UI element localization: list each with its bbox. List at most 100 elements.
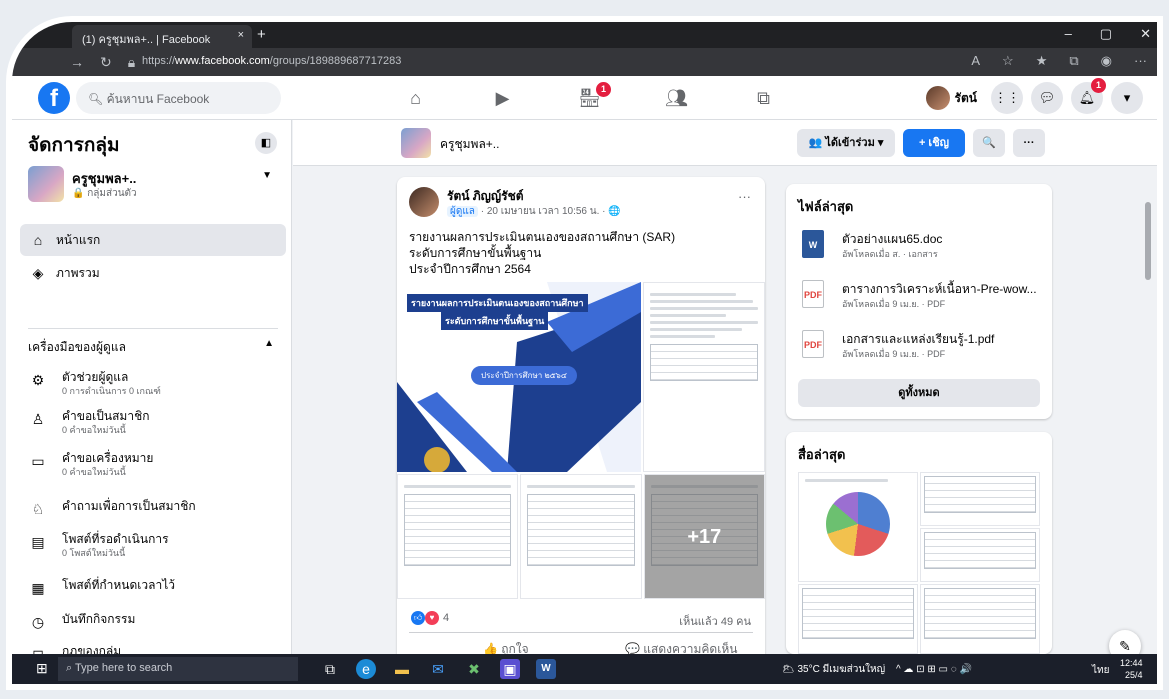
taskbar-search-input[interactable]: ⌕ Type here to search <box>58 657 298 681</box>
marketplace-nav-icon[interactable]: 🏪︎ 1 <box>546 76 633 120</box>
app-icon[interactable]: ▣ <box>500 659 520 679</box>
sidebar-item-pending-posts[interactable]: ▤ โพสต์ที่รอดำเนินการ 0 โพสต์ใหม่วันนี้ <box>28 530 278 564</box>
new-tab-button[interactable]: + <box>257 26 266 43</box>
page-scrollbar[interactable] <box>1145 202 1151 280</box>
watch-nav-icon[interactable]: ▶ <box>459 76 546 120</box>
task-view-icon[interactable]: ⧉ <box>320 659 340 679</box>
lock-icon[interactable]: 🔒︎ <box>128 54 135 71</box>
menu-grid-icon[interactable]: ⋮⋮ <box>991 82 1023 114</box>
sidebar-item-activity-log[interactable]: ◷ บันทึกกิจกรรม <box>28 610 278 644</box>
messenger-icon[interactable]: 💬︎ <box>1031 82 1063 114</box>
media-thumbnail-chart[interactable] <box>798 472 918 582</box>
sidebar-item-group-rules[interactable]: ◻ กฎของกลุ่ม <box>28 642 278 654</box>
tray-icons[interactable]: ^ ☁ ⊡ ⊞ ▭ ◌ 🔊 <box>896 664 972 675</box>
input-language[interactable]: ไทย <box>1092 663 1109 678</box>
weather-widget[interactable]: 🌥 35°C มีเมฆส่วนใหญ่ <box>782 664 885 675</box>
doc-table <box>404 494 512 566</box>
pie-chart-thumbnail <box>826 492 890 556</box>
admin-tools-section[interactable]: เครื่องมือของผู้ดูแล ▲ <box>28 338 278 357</box>
taskbar-clock[interactable]: 12:44 25/4 <box>1120 657 1143 681</box>
group-more-button[interactable]: ··· <box>1013 129 1045 157</box>
home-nav-icon[interactable]: ⌂ <box>372 76 459 120</box>
post-timestamp[interactable]: · 20 เมษายน เวลา 10:56 น. · 🌐 <box>478 206 621 217</box>
file-item[interactable]: PDF ตารางการวิเคราะห์เนื้อหา-Pre-wow... … <box>800 278 1040 318</box>
post-thumbnail[interactable] <box>520 474 642 599</box>
profile-chip[interactable]: รัตน์ <box>925 86 977 110</box>
sidebar-item-membership-questions[interactable]: ♘ คำถามเพื่อการเป็นสมาชิก <box>28 497 278 531</box>
maximize-icon[interactable]: ▢ <box>1100 26 1112 42</box>
reload-icon[interactable]: ↻ <box>100 54 112 71</box>
windows-start-icon[interactable]: ⊞ <box>36 660 48 677</box>
profile-avatar-icon[interactable]: ◉ <box>1101 53 1112 69</box>
facebook-search-input[interactable]: 🔍︎ ค้นหาบน Facebook <box>76 82 281 114</box>
feed-post: รัตน์ ภิญญ์รัชต์ ผู้ดูแล · 20 เมษายน เวล… <box>397 177 765 662</box>
group-switcher[interactable]: ครูชุมพล+.. 🔒 กลุ่มส่วนตัว ▼ <box>28 166 278 206</box>
post-text-line: ระดับการศึกษาขั้นพื้นฐาน <box>409 246 542 260</box>
tool-label: โพสต์ที่กำหนดเวลาไว้ <box>62 578 175 592</box>
group-header-name: ครูชุมพล+.. <box>440 137 500 151</box>
joined-button[interactable]: 👥 ได้เข้าร่วม ▾ <box>797 129 895 157</box>
url-field[interactable]: https://www.facebook.com/groups/18988968… <box>142 55 401 67</box>
media-thumbnail[interactable] <box>920 472 1040 526</box>
file-meta: อัพโหลดเมื่อ 9 เม.ย. · PDF <box>842 299 946 309</box>
post-thumbnail-more[interactable]: +17 <box>643 474 765 599</box>
xbox-icon[interactable]: ✖ <box>464 659 484 679</box>
tab-close-icon[interactable]: × <box>238 29 244 41</box>
media-thumbnail[interactable] <box>798 584 918 654</box>
sidebar-item-admin-assist[interactable]: ⚙ ตัวช่วยผู้ดูแล 0 การดำเนินการ 0 เกณฑ์ <box>28 368 278 402</box>
seen-by[interactable]: เห็นแล้ว 49 คน <box>679 612 751 630</box>
browser-menu-icon[interactable]: ··· <box>1134 53 1147 69</box>
file-item[interactable]: W ตัวอย่างแผน65.doc อัพโหลดเมื่อ ส. · เอ… <box>800 228 1040 268</box>
sidebar-item-label: ภาพรวม <box>56 265 100 280</box>
chevron-up-icon[interactable]: ▲ <box>264 338 274 349</box>
close-window-icon[interactable]: ✕ <box>1140 26 1151 42</box>
browser-address-bar: → ↻ 🔒︎ https://www.facebook.com/groups/1… <box>12 48 1157 76</box>
tool-sub: 0 การดำเนินการ 0 เกณฑ์ <box>62 386 161 396</box>
invite-button[interactable]: + เชิญ <box>903 129 965 157</box>
media-thumbnail[interactable] <box>920 584 1040 654</box>
browser-tab[interactable]: (1) ครูชุมพล+.. | Facebook × <box>72 25 252 48</box>
file-item[interactable]: PDF เอกสารและแหล่งเรียนรู้-1.pdf อัพโหลด… <box>800 328 1040 368</box>
collections-icon[interactable]: ⧉ <box>1069 53 1078 69</box>
account-chevron-down-icon[interactable]: ▾ <box>1111 82 1143 114</box>
facebook-logo-icon[interactable]: f <box>38 82 70 114</box>
post-meta: ผู้ดูแล · 20 เมษายน เวลา 10:56 น. · 🌐 <box>447 204 621 219</box>
minimize-icon[interactable]: – <box>1065 26 1072 42</box>
system-tray: 🌥 35°C มีเมฆส่วนใหญ่ ^ ☁ ⊡ ⊞ ▭ ◌ 🔊 <box>782 662 972 677</box>
doc-table <box>924 532 1036 569</box>
word-file-icon: W <box>802 230 824 258</box>
groups-nav-icon[interactable]: 👥︎ <box>633 76 720 120</box>
post-author-avatar[interactable] <box>409 187 439 217</box>
edge-browser-icon[interactable]: e <box>356 659 376 679</box>
sidebar-item-badge-requests[interactable]: ▭ คำขอเครื่องหมาย 0 คำขอใหม่วันนี้ <box>28 449 278 483</box>
sidebar-item-scheduled-posts[interactable]: ▦ โพสต์ที่กำหนดเวลาไว้ <box>28 576 278 610</box>
media-thumbnail[interactable] <box>920 528 1040 582</box>
post-thumbnail[interactable] <box>397 474 519 599</box>
read-aloud-icon[interactable]: A <box>971 53 980 69</box>
see-all-files-button[interactable]: ดูทั้งหมด <box>798 379 1040 407</box>
sidebar-item-overview[interactable]: ◈ ภาพรวม <box>20 257 286 289</box>
file-explorer-icon[interactable]: ▬ <box>392 659 412 679</box>
sidebar-item-home[interactable]: ⌂ หน้าแรก <box>20 224 286 256</box>
mail-icon[interactable]: ✉ <box>428 659 448 679</box>
browser-nav: → ↻ 🔒︎ <box>70 54 135 71</box>
reactions-summary[interactable]: 👍︎ ♥ 4 <box>411 611 449 625</box>
post-more-button[interactable]: ··· <box>738 189 751 204</box>
post-thumbnail-row: +17 <box>397 474 765 599</box>
file-meta: อัพโหลดเมื่อ ส. · เอกสาร <box>842 249 938 259</box>
group-search-button[interactable]: 🔍 <box>973 129 1005 157</box>
doc-line <box>650 307 758 310</box>
post-image-document[interactable] <box>643 282 765 472</box>
forward-icon[interactable]: → <box>70 54 84 71</box>
tab-title: (1) ครูชุมพล+.. | Facebook <box>82 34 211 46</box>
favorite-star-icon[interactable]: ☆ <box>1002 53 1014 69</box>
notifications-bell-icon[interactable]: 🔔︎ 1 <box>1071 78 1106 114</box>
sidebar-collapse-icon[interactable]: ◧ <box>255 132 277 154</box>
tool-sub: 0 โพสต์ใหม่วันนี้ <box>62 548 126 558</box>
group-dropdown-icon[interactable]: ▼ <box>262 170 272 181</box>
post-cover-image[interactable]: รายงานผลการประเมินตนเองของสถานศึกษา ระดั… <box>397 282 641 472</box>
sidebar-item-member-requests[interactable]: ♙ คำขอเป็นสมาชิก 0 คำขอใหม่วันนี้ <box>28 407 278 441</box>
favorites-icon[interactable]: ★ <box>1036 53 1048 69</box>
word-app-icon[interactable]: W <box>536 659 556 679</box>
gaming-nav-icon[interactable]: ⧉ <box>720 76 807 120</box>
